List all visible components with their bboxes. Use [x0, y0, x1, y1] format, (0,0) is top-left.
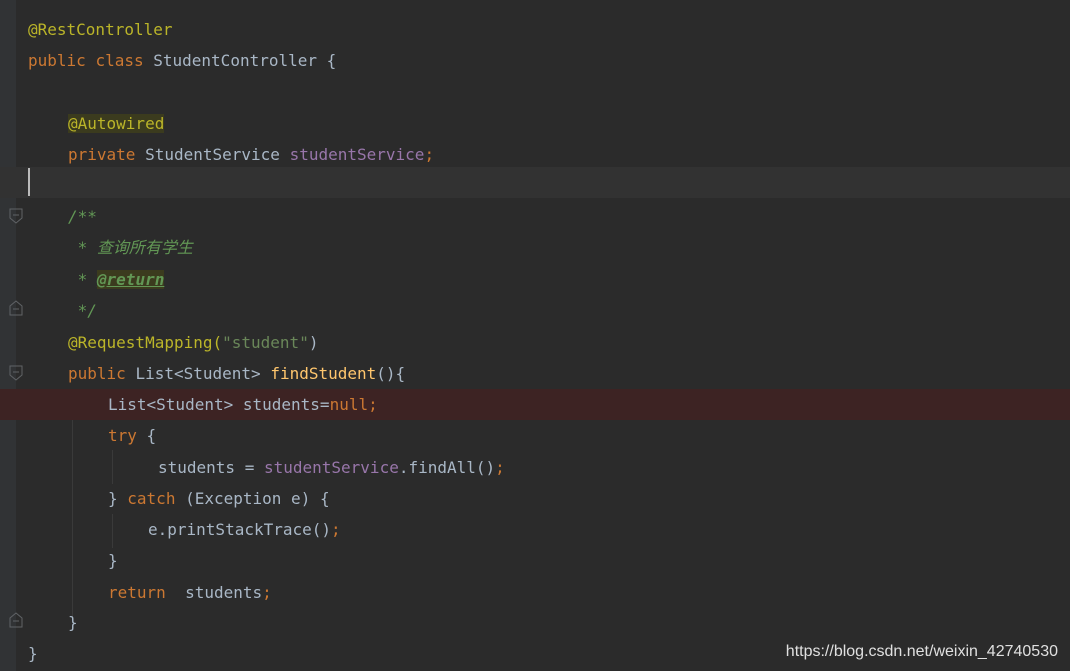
declaration: List<Student> students=: [108, 395, 330, 414]
semicolon: ;: [424, 145, 435, 164]
assignment: students =: [158, 458, 264, 477]
brace: }: [28, 644, 38, 663]
code-editor[interactable]: @RestController public class StudentCont…: [0, 0, 1070, 671]
brace: }: [108, 489, 118, 508]
catch-params: (Exception e) {: [185, 489, 330, 508]
semicolon: ;: [331, 520, 341, 539]
keyword: class: [95, 51, 144, 70]
code-line[interactable]: }: [0, 607, 1070, 638]
annotation: @Autowired: [68, 114, 165, 133]
code-line[interactable]: */: [0, 295, 1070, 326]
code-line[interactable]: private StudentService studentService;: [0, 139, 1070, 170]
code-line[interactable]: @RequestMapping("student"): [0, 327, 1070, 358]
code-line[interactable]: }: [0, 545, 1070, 576]
semicolon: ;: [495, 458, 505, 477]
code-line[interactable]: * @return: [0, 264, 1070, 295]
keyword: try: [108, 426, 137, 445]
type-name: StudentService: [145, 145, 280, 164]
doc-comment: * 查询所有学生: [68, 238, 193, 257]
keyword: public: [68, 364, 126, 383]
doc-comment: /**: [68, 207, 97, 226]
code-line[interactable]: public class StudentController {: [0, 45, 1070, 76]
keyword: private: [68, 145, 136, 164]
keyword: catch: [127, 489, 176, 508]
annotation: @RequestMapping(: [68, 333, 223, 352]
code-line[interactable]: @RestController: [0, 14, 1070, 45]
code-line[interactable]: * 查询所有学生: [0, 232, 1070, 263]
doc-tag: @return: [96, 270, 165, 289]
doc-comment: *: [68, 270, 97, 289]
brace: }: [68, 613, 78, 632]
method-call: .findAll(): [398, 458, 496, 477]
semicolon: ;: [262, 583, 272, 602]
brace: {: [326, 51, 337, 70]
code-line[interactable]: @Autowired: [0, 108, 1070, 139]
keyword: return: [108, 583, 166, 602]
method-call: e.printStackTrace(): [148, 520, 332, 539]
watermark: https://blog.csdn.net/weixin_42740530: [785, 643, 1058, 660]
code-line[interactable]: e.printStackTrace();: [0, 514, 1070, 545]
type-name: List<Student>: [135, 364, 261, 383]
string-literal: "student": [222, 333, 309, 352]
text-caret: [28, 168, 30, 196]
keyword: null: [329, 395, 369, 414]
method-name: findStudent: [270, 364, 377, 383]
code-line[interactable]: } catch (Exception e) {: [0, 483, 1070, 514]
doc-comment: */: [68, 301, 97, 320]
brace: }: [108, 551, 118, 570]
field-name: studentService: [263, 458, 399, 477]
code-line[interactable]: return students;: [0, 577, 1070, 608]
class-name: StudentController: [153, 51, 318, 70]
variable: students: [165, 583, 263, 602]
code-line[interactable]: students = studentService.findAll();: [0, 452, 1070, 483]
brace: {: [146, 426, 157, 445]
keyword: public: [28, 51, 86, 70]
code-line[interactable]: public List<Student> findStudent(){: [0, 358, 1070, 389]
code-line[interactable]: try {: [0, 420, 1070, 451]
code-line[interactable]: /**: [0, 201, 1070, 232]
current-line[interactable]: [0, 167, 1070, 198]
paren: (){: [376, 364, 406, 383]
field-name: studentService: [289, 145, 425, 164]
semicolon: ;: [368, 395, 378, 414]
annotation: @RestController: [28, 20, 173, 39]
paren: ): [308, 333, 319, 352]
breakpoint-line[interactable]: List<Student> students=null;: [0, 389, 1070, 420]
